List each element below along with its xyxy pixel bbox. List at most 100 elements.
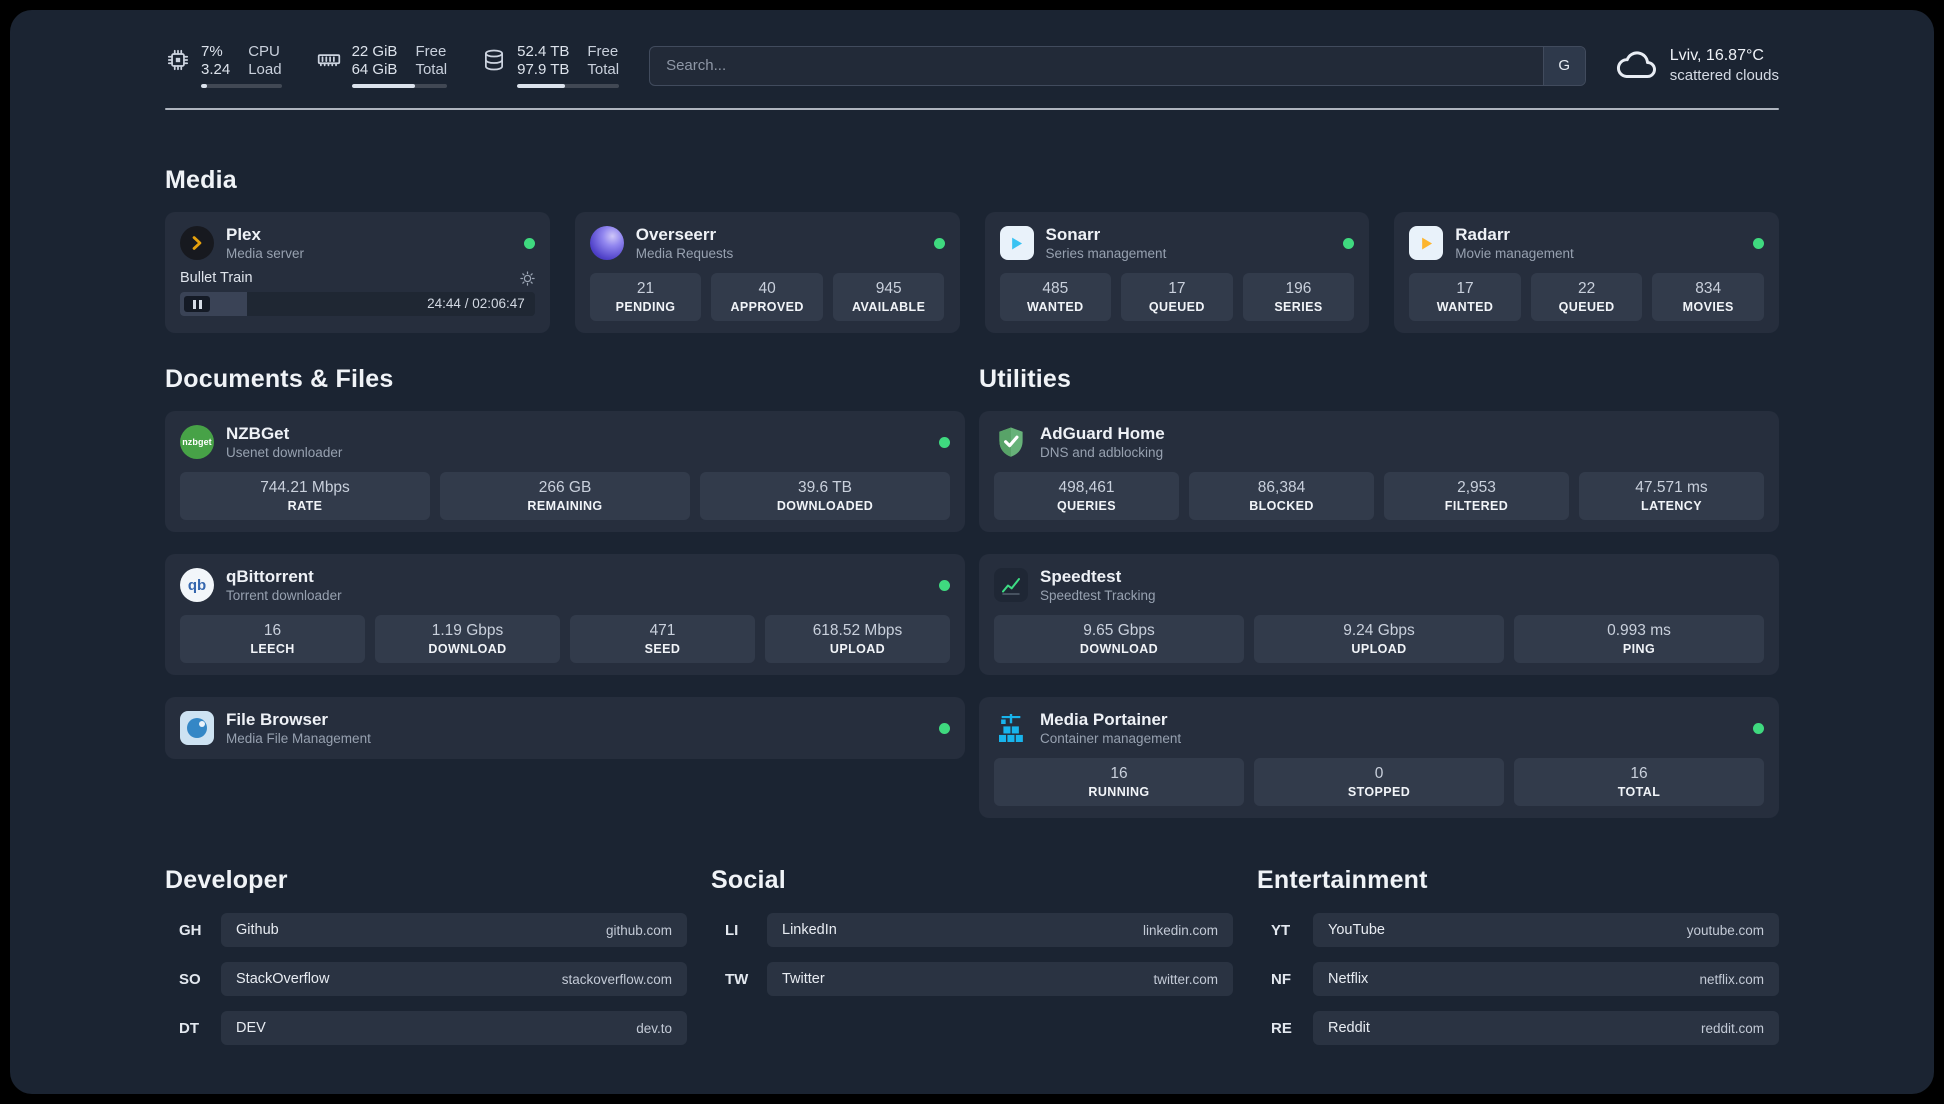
bookmark-link-youtube[interactable]: YouTube youtube.com <box>1313 913 1779 947</box>
speedtest-stats: 9.65 Gbps DOWNLOAD 9.24 Gbps UPLOAD 0.99… <box>994 615 1764 663</box>
stat-queued: 17 QUEUED <box>1121 273 1233 321</box>
player-settings-button[interactable] <box>520 270 535 286</box>
bookmark-link-github[interactable]: Github github.com <box>221 913 687 947</box>
stat-value: 9.65 Gbps <box>1083 622 1155 639</box>
entertainment-bookmarks: Entertainment YT YouTube youtube.com NF … <box>1257 818 1779 1060</box>
plex-card[interactable]: Plex Media server Bullet Train 24:44 / 0… <box>165 212 550 333</box>
sonarr-card[interactable]: Sonarr Series management 485 WANTED 17 Q… <box>984 212 1370 333</box>
disk-label-2: Total <box>587 61 620 78</box>
cpu-monitor: 7% CPU 3.24 Load <box>165 43 282 88</box>
stat-seed: 471 SEED <box>570 615 755 663</box>
plex-header: Plex Media server <box>180 224 535 262</box>
search-engine-button[interactable]: G <box>1542 46 1585 85</box>
bookmark-url: netflix.com <box>1699 971 1764 987</box>
bookmark-link-stackoverflow[interactable]: StackOverflow stackoverflow.com <box>221 962 687 996</box>
playback-progress-bar[interactable]: 24:44 / 02:06:47 <box>180 292 535 316</box>
qbittorrent-stats: 16 LEECH 1.19 Gbps DOWNLOAD 471 SEED 618… <box>180 615 950 663</box>
bookmark-link-netflix[interactable]: Netflix netflix.com <box>1313 962 1779 996</box>
bookmark-link-reddit[interactable]: Reddit reddit.com <box>1313 1011 1779 1045</box>
app-name: Speedtest <box>1040 567 1122 586</box>
app-desc: Torrent downloader <box>226 588 342 603</box>
memory-readout: 22 GiB Free 64 GiB Total <box>351 43 448 88</box>
stat-value: 498,461 <box>1058 479 1115 496</box>
overseerr-card[interactable]: Overseerr Media Requests 21 PENDING 40 A… <box>574 212 960 333</box>
bookmark-name: LinkedIn <box>782 922 837 938</box>
nzbget-card[interactable]: nzbget NZBGet Usenet downloader 744.21 M… <box>165 411 965 532</box>
qbittorrent-card[interactable]: qb qBittorrent Torrent downloader 16 LEE… <box>165 554 965 675</box>
stat-label: DOWNLOAD <box>428 642 507 656</box>
topbar: 7% CPU 3.24 Load 22 GiB Free 64 GiB Tota… <box>165 43 1779 88</box>
stat-value: 834 <box>1695 280 1722 297</box>
bookmark-name: Twitter <box>782 971 825 987</box>
stat-upload: 9.24 Gbps UPLOAD <box>1254 615 1504 663</box>
cloud-icon <box>1616 50 1656 78</box>
stat-rate: 744.21 Mbps RATE <box>180 472 430 520</box>
bookmark-name: Reddit <box>1328 1020 1370 1036</box>
bookmark-name: Github <box>236 922 279 938</box>
stat-value: 485 <box>1042 280 1069 297</box>
stat-value: 17 <box>1168 280 1186 297</box>
now-playing-title: Bullet Train <box>180 270 253 286</box>
bookmark-link-dev[interactable]: DEV dev.to <box>221 1011 687 1045</box>
sonarr-titles: Sonarr Series management <box>1046 224 1167 262</box>
stat-value: 0 <box>1374 765 1384 782</box>
speedtest-titles: Speedtest Speedtest Tracking <box>1040 566 1156 604</box>
radarr-card[interactable]: Radarr Movie management 17 WANTED 22 QUE… <box>1394 212 1779 333</box>
bookmark-abbr: TW <box>725 970 749 988</box>
bookmark-row-stackoverflow: SO StackOverflow stackoverflow.com <box>165 962 687 996</box>
app-name: Media Portainer <box>1040 710 1168 729</box>
stat-downloaded: 39.6 TB DOWNLOADED <box>700 472 950 520</box>
stat-value: 1.19 Gbps <box>431 622 504 639</box>
stat-value: 266 GB <box>538 479 592 496</box>
portainer-card[interactable]: Media Portainer Container management 16 … <box>979 697 1779 818</box>
weather-location: Lviv, 16.87°C <box>1669 47 1764 64</box>
stat-label: TOTAL <box>1617 785 1661 799</box>
filebrowser-card[interactable]: File Browser Media File Management <box>165 697 965 759</box>
bookmark-abbr: RE <box>1271 1019 1292 1037</box>
stat-total: 16 TOTAL <box>1514 758 1764 806</box>
stat-value: 618.52 Mbps <box>812 622 903 639</box>
disk-monitor: 52.4 TB Free 97.9 TB Total <box>481 43 620 88</box>
nzbget-stats: 744.21 Mbps RATE 266 GB REMAINING 39.6 T… <box>180 472 950 520</box>
stat-pending: 21 PENDING <box>589 273 702 321</box>
section-title-documents: Documents & Files <box>165 365 394 393</box>
nzbget-header: nzbget NZBGet Usenet downloader <box>180 423 950 461</box>
adguard-header: AdGuard Home DNS and adblocking <box>994 423 1764 461</box>
memory-icon <box>317 54 340 67</box>
app-name: Plex <box>226 225 261 244</box>
section-title-media: Media <box>165 166 237 194</box>
stat-value: 47.571 ms <box>1635 479 1708 496</box>
weather-widget[interactable]: Lviv, 16.87°C scattered clouds <box>1616 45 1779 87</box>
stat-label: FILTERED <box>1444 499 1509 513</box>
search-input[interactable] <box>649 45 1586 86</box>
bookmark-link-twitter[interactable]: Twitter twitter.com <box>767 962 1233 996</box>
stat-remaining: 266 GB REMAINING <box>440 472 690 520</box>
speedtest-card[interactable]: Speedtest Speedtest Tracking 9.65 Gbps D… <box>979 554 1779 675</box>
pause-button[interactable] <box>184 296 210 312</box>
bookmark-link-linkedin[interactable]: LinkedIn linkedin.com <box>767 913 1233 947</box>
app-name: qBittorrent <box>226 567 314 586</box>
app-desc: DNS and adblocking <box>1040 445 1164 460</box>
stat-stopped: 0 STOPPED <box>1254 758 1504 806</box>
stat-value: 16 <box>1110 765 1128 782</box>
adguard-titles: AdGuard Home DNS and adblocking <box>1040 423 1165 461</box>
adguard-card[interactable]: AdGuard Home DNS and adblocking 498,461 … <box>979 411 1779 532</box>
dashboard: 7% CPU 3.24 Load 22 GiB Free 64 GiB Tota… <box>10 10 1934 1094</box>
section-title-utilities: Utilities <box>979 365 1072 393</box>
section-title-developer: Developer <box>165 866 288 894</box>
stat-label: UPLOAD <box>829 642 886 656</box>
portainer-icon <box>994 711 1028 745</box>
bookmark-row-youtube: YT YouTube youtube.com <box>1257 913 1779 947</box>
cpu-readout: 7% CPU 3.24 Load <box>201 43 282 88</box>
qbittorrent-header: qb qBittorrent Torrent downloader <box>180 566 950 604</box>
stat-label: BLOCKED <box>1249 499 1314 513</box>
disk-label-1: Free <box>587 43 619 60</box>
memory-progress-track <box>351 84 448 88</box>
weather-text: Lviv, 16.87°C scattered clouds <box>1670 47 1779 84</box>
disk-readout: 52.4 TB Free 97.9 TB Total <box>517 43 620 88</box>
stat-approved: 40 APPROVED <box>711 273 823 321</box>
app-name: Sonarr <box>1045 225 1101 244</box>
app-desc: Media Requests <box>635 246 734 261</box>
app-desc: Usenet downloader <box>226 445 343 460</box>
disk-icon <box>485 49 504 71</box>
